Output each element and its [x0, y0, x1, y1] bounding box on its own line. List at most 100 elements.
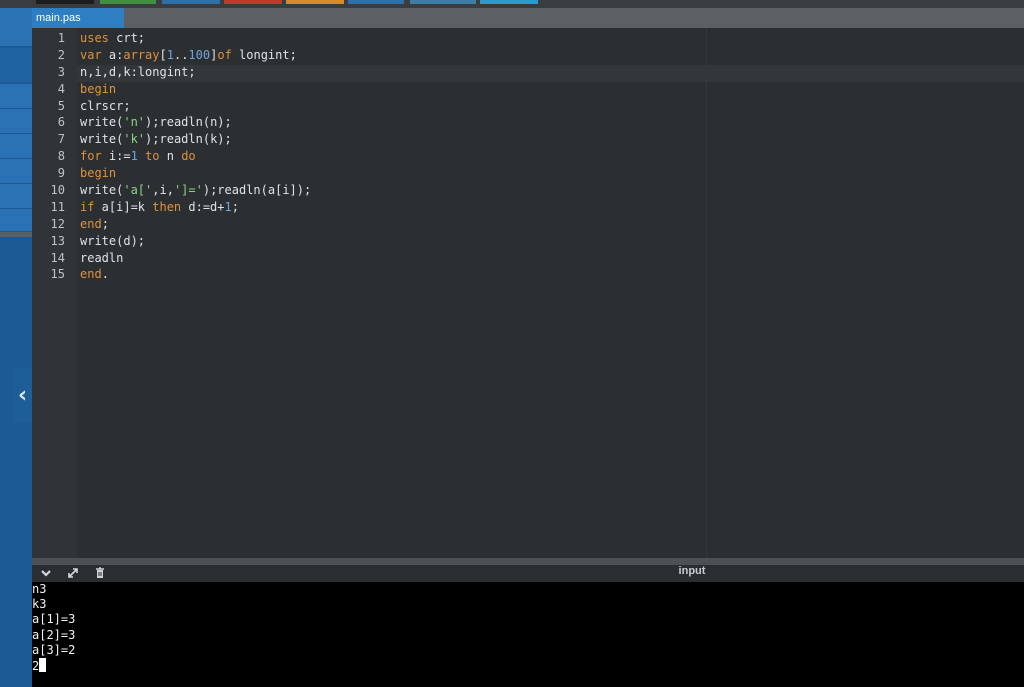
code-number: 1 — [224, 199, 232, 214]
left-sidebar — [0, 8, 32, 687]
code-line[interactable]: begin — [80, 82, 311, 99]
code-line[interactable]: uses crt; — [80, 31, 311, 48]
sidebar-item[interactable] — [0, 84, 32, 109]
sidebar-item[interactable] — [0, 209, 32, 232]
toolbar-button-4[interactable] — [224, 0, 282, 4]
code-keyword: end — [80, 216, 102, 231]
line-number: 1 — [57, 31, 65, 45]
sidebar-item[interactable] — [0, 109, 32, 134]
code-text: d:=d+ — [181, 199, 225, 214]
console-line: 2 — [32, 657, 1024, 673]
code-text: write( — [80, 115, 124, 130]
code-line[interactable]: if a[i]=k then d:=d+1; — [80, 200, 311, 217]
tab-bar: main.pas — [32, 8, 1024, 28]
code-keyword: begin — [80, 166, 117, 181]
toolbar-button-6[interactable] — [348, 0, 404, 4]
toolbar-button-2[interactable] — [100, 0, 156, 4]
line-number: 10 — [50, 183, 65, 198]
toolbar-button-8[interactable] — [480, 0, 538, 4]
code-line[interactable]: end; — [80, 217, 311, 234]
toolbar-button-5[interactable] — [286, 0, 344, 4]
code-line[interactable]: write(d); — [80, 234, 311, 251]
code-text: a: — [101, 47, 124, 62]
code-content[interactable]: uses crt; var a:array[1..100]of longint; n… — [80, 31, 311, 284]
code-number: 100 — [188, 47, 211, 62]
line-number: 3 — [57, 64, 65, 79]
sidebar-item[interactable] — [0, 184, 32, 209]
line-number: 5 — [57, 98, 65, 113]
code-text: [ — [159, 47, 167, 62]
line-number: 15 — [50, 267, 65, 282]
line-number: 13 — [50, 233, 65, 248]
panel-splitter[interactable] — [32, 558, 1024, 565]
chevron-down-icon[interactable] — [39, 566, 53, 580]
code-text: i:= — [101, 149, 131, 164]
line-number: 14 — [50, 250, 65, 265]
console-line-text: k3 — [32, 597, 47, 612]
code-line[interactable]: readln — [80, 251, 311, 268]
console-line-text: n3 — [32, 582, 47, 596]
code-text: .. — [173, 47, 189, 62]
toolbar-button-1[interactable] — [36, 0, 94, 4]
console-line-text: a[2]=3 — [32, 627, 76, 642]
expand-icon[interactable] — [66, 566, 80, 580]
line-number: 2 — [57, 47, 65, 62]
tab-main-pas[interactable]: main.pas — [32, 8, 124, 28]
code-keyword: end — [80, 267, 102, 282]
code-line[interactable]: begin — [80, 166, 311, 183]
line-number: 7 — [57, 132, 65, 147]
toolbar-button-3[interactable] — [162, 0, 220, 4]
line-numbers: 1 2 3 4 5 6 7 8 9 10 11 12 13 14 15 — [32, 31, 65, 284]
code-text: clrscr; — [80, 98, 131, 113]
code-line[interactable]: write('n');readln(n); — [80, 115, 311, 132]
code-text: );readln(k); — [145, 132, 232, 147]
code-text: );readln(n); — [145, 115, 232, 130]
code-number: 1 — [166, 47, 174, 62]
code-line[interactable]: end. — [80, 267, 311, 284]
sidebar-item[interactable] — [0, 48, 32, 83]
sidebar-item[interactable] — [0, 134, 32, 159]
code-text: n — [159, 149, 182, 164]
clear-console-icon[interactable] — [93, 566, 107, 580]
console-title: input — [678, 565, 706, 577]
line-number: 12 — [50, 216, 65, 231]
line-number-gutter: 1 2 3 4 5 6 7 8 9 10 11 12 13 14 15 — [32, 28, 77, 558]
code-line[interactable]: clrscr; — [80, 99, 311, 116]
collapse-sidebar-button[interactable]: ‹ — [13, 368, 32, 422]
code-keyword: array — [123, 47, 160, 62]
text-cursor — [39, 657, 47, 672]
code-line[interactable]: var a:array[1..100]of longint; — [80, 48, 311, 65]
code-text: . — [101, 267, 109, 282]
console-line: a[1]=3 — [32, 612, 1024, 627]
code-number: 1 — [130, 149, 138, 164]
console-line-text: a[3]=2 — [32, 642, 76, 657]
code-keyword: do — [181, 149, 196, 164]
code-line[interactable]: for i:=1 to n do — [80, 149, 311, 166]
sidebar-item[interactable] — [0, 159, 32, 184]
code-text: crt; — [108, 31, 146, 45]
code-editor[interactable]: 1 2 3 4 5 6 7 8 9 10 11 12 13 14 15 uses crt; var a:arr… — [32, 28, 1024, 558]
code-keyword: then — [152, 199, 182, 214]
code-keyword: if — [80, 199, 95, 214]
line-number: 4 — [57, 81, 65, 96]
console-output[interactable]: n3 k3 a[1]=3 a[2]=3 a[3]=2 2 — [32, 582, 1024, 687]
code-text: write( — [80, 132, 124, 147]
code-line[interactable]: write('a[',i,']=');readln(a[i]); — [80, 183, 311, 200]
code-keyword: to — [145, 149, 160, 164]
console-toolbar: input — [32, 565, 1024, 582]
code-string: 'k' — [123, 132, 146, 147]
code-text: n,i,d,k:longint; — [80, 64, 196, 79]
chevron-left-icon: ‹ — [17, 382, 28, 408]
code-line[interactable]: write('k');readln(k); — [80, 132, 311, 149]
sidebar-item[interactable] — [0, 8, 32, 47]
line-number: 9 — [57, 166, 65, 181]
code-line[interactable]: n,i,d,k:longint; — [80, 65, 311, 82]
code-text: write( — [80, 183, 124, 198]
code-text: );readln(a[i]); — [202, 183, 312, 198]
code-text: ; — [101, 216, 109, 231]
code-text: ; — [231, 199, 239, 214]
print-margin — [706, 28, 707, 558]
toolbar-button-7[interactable] — [410, 0, 476, 4]
code-text: longint; — [231, 47, 297, 62]
code-text: ,i, — [152, 183, 174, 198]
